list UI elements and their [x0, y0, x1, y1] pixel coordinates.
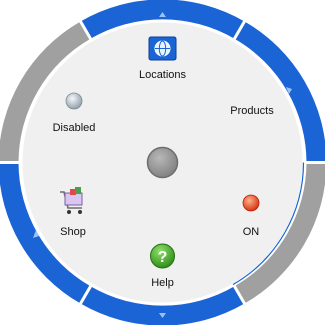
help-question-icon[interactable]: ? [151, 244, 175, 268]
menu-item-shop-label[interactable]: Shop [60, 226, 86, 239]
menu-item-locations-label[interactable]: Locations [139, 69, 186, 82]
menu-item-help-label[interactable]: Help [151, 277, 174, 290]
center-hub-button[interactable] [148, 148, 178, 178]
red-status-dot-icon[interactable] [243, 195, 259, 211]
menu-item-on-label[interactable]: ON [243, 226, 260, 239]
gray-status-dot-icon[interactable] [66, 93, 82, 109]
menu-item-disabled-label[interactable]: Disabled [53, 122, 96, 135]
globe-icon[interactable] [149, 37, 176, 60]
menu-item-products-label[interactable]: Products [230, 105, 273, 118]
svg-text:?: ? [158, 249, 168, 266]
radial-menu: ? Locations Products ON Help Shop Disabl… [0, 0, 325, 325]
